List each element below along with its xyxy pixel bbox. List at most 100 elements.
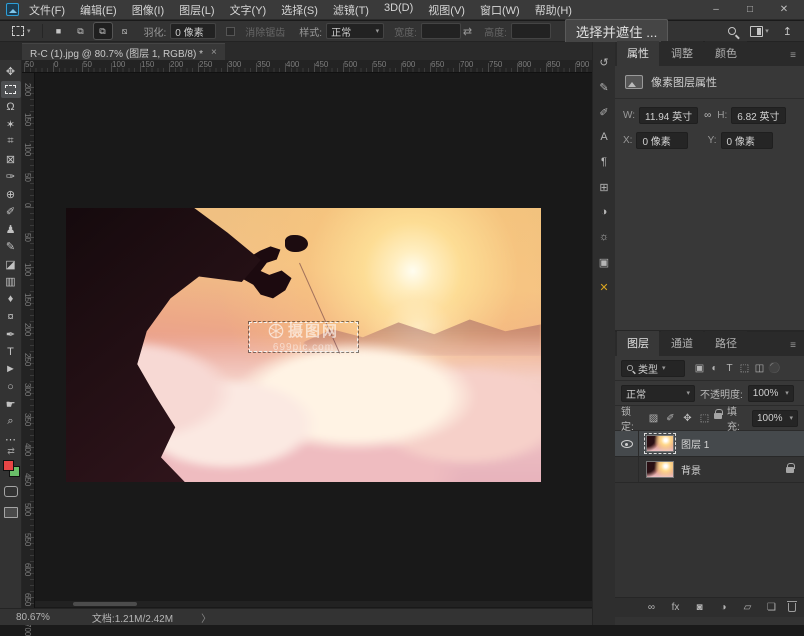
shape-tool[interactable]: ○ <box>1 378 21 396</box>
history-brush-tool[interactable]: ✎ <box>1 238 21 256</box>
menu-item[interactable]: 图像(I) <box>132 2 164 18</box>
new-layer-icon[interactable]: ❏ <box>764 602 779 613</box>
clone-stamp-tool[interactable]: ♟ <box>1 221 21 239</box>
lasso-tool[interactable]: Ω <box>1 98 21 116</box>
layer-group-icon[interactable]: ▱ <box>740 602 755 613</box>
marching-ants-selection[interactable]: 摄图网 699pic.com <box>249 322 358 352</box>
tab-paths[interactable]: 路径 <box>705 331 747 356</box>
history-panel-icon[interactable]: ↺ <box>595 54 613 70</box>
tab-channels[interactable]: 通道 <box>661 331 703 356</box>
libraries-panel-icon[interactable]: ⊞ <box>595 179 613 195</box>
subtract-from-selection-icon[interactable]: ⧉ <box>94 23 112 39</box>
type-tool[interactable]: T <box>1 343 21 361</box>
panel-menu-icon[interactable]: ≡ <box>790 340 804 356</box>
layer-mask-icon[interactable]: ◙ <box>692 602 707 613</box>
menu-item[interactable]: 文件(F) <box>29 2 65 18</box>
tab-adjustments[interactable]: 调整 <box>661 41 703 66</box>
style-select[interactable]: 正常▾ <box>326 23 384 39</box>
close[interactable]: ✕ <box>778 4 790 15</box>
extensions-panel-icon[interactable]: ✕ <box>595 279 613 295</box>
crop-tool[interactable]: ⌗ <box>1 133 21 151</box>
adjustment-layer-icon[interactable]: ◑ <box>716 602 731 613</box>
tab-properties[interactable]: 属性 <box>617 41 659 66</box>
vertical-ruler[interactable]: 2001501005005010015020025030035040045050… <box>22 73 35 608</box>
panel-menu-icon[interactable]: ≡ <box>790 50 804 66</box>
minimize[interactable]: – <box>710 4 722 15</box>
swap-width-height-icon[interactable]: ⇄ <box>463 25 472 38</box>
brush-tool[interactable]: ✐ <box>1 203 21 221</box>
layer-thumbnail[interactable] <box>646 435 674 452</box>
zoom-level-field[interactable]: 80.67% <box>16 612 50 623</box>
dodge-tool[interactable]: ¤ <box>1 308 21 326</box>
intersect-selection-icon[interactable]: ⧅ <box>116 23 134 39</box>
status-chevron-icon[interactable]: 〉 <box>201 610 211 625</box>
width-input[interactable] <box>421 23 461 39</box>
quick-mask-mode-icon[interactable] <box>4 486 18 497</box>
layer-filter-type-select[interactable]: 类型 ▾ <box>621 360 685 377</box>
character-panel-icon[interactable]: A <box>595 129 613 145</box>
tab-layers[interactable]: 图层 <box>617 331 659 356</box>
foreground-color-swatch[interactable] <box>3 460 14 471</box>
document-image[interactable]: 摄图网 699pic.com <box>66 208 541 482</box>
maximize[interactable]: □ <box>744 4 756 15</box>
filter-pixel-layers-icon[interactable]: ▣ <box>692 363 707 374</box>
paragraph-panel-icon[interactable]: ¶ <box>595 154 613 170</box>
x-value-field[interactable]: 0 像素 <box>636 132 688 149</box>
swap-colors-icon[interactable]: ⇄ <box>7 446 15 457</box>
add-to-selection-icon[interactable]: ⧉ <box>72 23 90 39</box>
eraser-tool[interactable]: ◪ <box>1 256 21 274</box>
layer-name[interactable]: 图层 1 <box>681 436 709 451</box>
opacity-select[interactable]: 100%▾ <box>748 385 794 402</box>
layer-name[interactable]: 背景 <box>681 462 701 477</box>
horizontal-scrollbar[interactable] <box>35 601 592 607</box>
menu-item[interactable]: 3D(D) <box>384 2 413 18</box>
blend-mode-select[interactable]: 正常▾ <box>621 385 695 402</box>
link-dimensions-icon[interactable]: ∞ <box>702 110 713 121</box>
move-tool[interactable]: ✥ <box>1 63 21 81</box>
path-selection-tool[interactable]: ► <box>1 361 21 379</box>
hand-tool[interactable]: ☛ <box>1 396 21 414</box>
width-value-field[interactable]: 11.94 英寸 <box>639 107 698 124</box>
workspace-switcher-icon[interactable] <box>750 26 763 37</box>
link-layers-icon[interactable]: ∞ <box>644 602 659 613</box>
pen-tool[interactable]: ✒ <box>1 326 21 344</box>
blur-tool[interactable]: ♦ <box>1 291 21 309</box>
visibility-toggle[interactable] <box>615 431 639 456</box>
filter-adjustment-layers-icon[interactable]: ◐ <box>707 363 722 374</box>
filter-switch-icon[interactable]: ⚫ <box>767 363 782 374</box>
zoom-tool[interactable]: ⌕ <box>1 413 21 431</box>
menu-item[interactable]: 文字(Y) <box>230 2 267 18</box>
tool-preset-picker[interactable]: ▾ <box>8 24 35 38</box>
gradient-tool[interactable]: ▥ <box>1 273 21 291</box>
canvas-pasteboard[interactable]: 摄图网 699pic.com <box>35 73 592 608</box>
tab-color[interactable]: 颜色 <box>705 41 747 66</box>
learn-panel-icon[interactable]: ☼ <box>595 229 613 245</box>
delete-layer-icon[interactable] <box>788 603 796 612</box>
lock-position-icon[interactable]: ✥ <box>680 413 695 424</box>
lock-all-icon[interactable] <box>714 413 722 419</box>
menu-item[interactable]: 选择(S) <box>281 2 318 18</box>
height-value-field[interactable]: 6.82 英寸 <box>731 107 785 124</box>
fill-select[interactable]: 100%▾ <box>752 410 798 427</box>
brushes-panel-icon[interactable]: ✐ <box>595 104 613 120</box>
filter-shape-layers-icon[interactable]: ⬚ <box>737 363 752 374</box>
select-and-mask-button[interactable]: 选择并遮住 ... <box>565 19 668 44</box>
eyedropper-tool[interactable]: ✑ <box>1 168 21 186</box>
screen-mode-icon[interactable] <box>4 507 18 518</box>
antialias-checkbox[interactable] <box>226 27 235 36</box>
filter-type-layers-icon[interactable]: T <box>722 363 737 374</box>
document-tab[interactable]: R-C (1).jpg @ 80.7% (图层 1, RGB/8) * × <box>22 43 225 60</box>
feather-input[interactable]: 0 像素 <box>170 23 216 39</box>
menu-item[interactable]: 窗口(W) <box>480 2 520 18</box>
menu-item[interactable]: 视图(V) <box>428 2 465 18</box>
search-icon[interactable] <box>728 27 736 35</box>
scrollbar-thumb[interactable] <box>73 602 137 606</box>
visibility-toggle[interactable] <box>615 457 639 482</box>
lock-pixels-icon[interactable]: ✐ <box>663 413 678 424</box>
layer-thumbnail[interactable] <box>646 461 674 478</box>
filter-smart-object-icon[interactable]: ◫ <box>752 363 767 374</box>
lock-transparency-icon[interactable]: ▨ <box>646 413 661 424</box>
y-value-field[interactable]: 0 像素 <box>721 132 773 149</box>
share-icon[interactable]: ↥ <box>783 25 792 38</box>
menu-item[interactable]: 图层(L) <box>179 2 214 18</box>
